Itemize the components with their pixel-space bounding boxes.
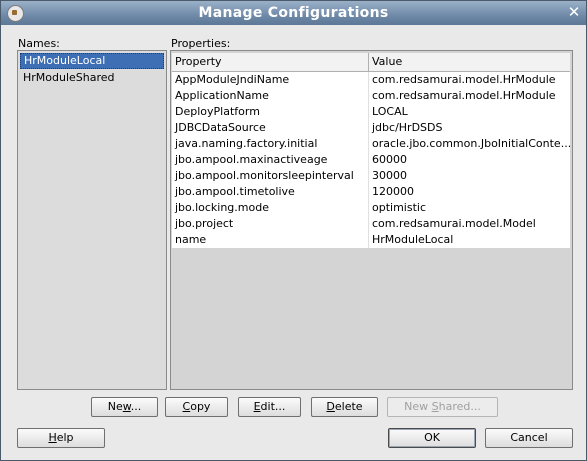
property-value-cell[interactable]: com.redsamurai.model.HrModule	[369, 72, 570, 88]
property-name-cell[interactable]: AppModuleJndiName	[172, 72, 369, 88]
property-name-cell[interactable]: jbo.ampool.maxinactiveage	[172, 152, 369, 168]
property-value-cell[interactable]: 30000	[369, 168, 570, 184]
names-item-hrmodulelocal[interactable]: HrModuleLocal	[20, 53, 164, 69]
delete-button[interactable]: Delete	[311, 397, 378, 417]
property-name-cell[interactable]: DeployPlatform	[172, 104, 369, 120]
new-shared-button[interactable]: New Shared...	[387, 397, 498, 417]
table-row[interactable]: JDBCDataSource jdbc/HrDSDS	[172, 120, 570, 136]
title-bar[interactable]: Manage Configurations ✕	[1, 1, 586, 25]
property-value-cell[interactable]: 120000	[369, 184, 570, 200]
table-row[interactable]: name HrModuleLocal	[172, 232, 570, 248]
manage-configurations-dialog: Manage Configurations ✕ Names: Propertie…	[0, 0, 587, 461]
property-name-cell[interactable]: jbo.ampool.timetolive	[172, 184, 369, 200]
table-row[interactable]: jbo.ampool.monitorsleepinterval 30000	[172, 168, 570, 184]
names-list[interactable]: HrModuleLocal HrModuleShared	[17, 50, 167, 390]
property-value-cell[interactable]: com.redsamurai.model.HrModule	[369, 88, 570, 104]
property-name-cell[interactable]: java.naming.factory.initial	[172, 136, 369, 152]
properties-label: Properties:	[171, 37, 231, 50]
table-row[interactable]: ApplicationName com.redsamurai.model.HrMo…	[172, 88, 570, 104]
names-label: Names:	[18, 37, 60, 50]
column-header-value[interactable]: Value	[369, 53, 570, 71]
property-name-cell[interactable]: ApplicationName	[172, 88, 369, 104]
property-name-cell[interactable]: JDBCDataSource	[172, 120, 369, 136]
edit-button[interactable]: Edit...	[238, 397, 301, 417]
property-value-cell[interactable]: jdbc/HrDSDS	[369, 120, 570, 136]
table-row[interactable]: DeployPlatform LOCAL	[172, 104, 570, 120]
cancel-button[interactable]: Cancel	[485, 428, 573, 448]
property-name-cell[interactable]: name	[172, 232, 369, 248]
names-item-hrmoduleshared[interactable]: HrModuleShared	[20, 71, 164, 85]
table-row[interactable]: jbo.ampool.timetolive 120000	[172, 184, 570, 200]
table-row[interactable]: jbo.project com.redsamurai.model.Model	[172, 216, 570, 232]
properties-header: Property Value	[172, 53, 570, 72]
property-name-cell[interactable]: jbo.project	[172, 216, 369, 232]
help-button[interactable]: Help	[17, 428, 105, 448]
table-row[interactable]: jbo.locking.mode optimistic	[172, 200, 570, 216]
table-row[interactable]: java.naming.factory.initial oracle.jbo.co…	[172, 136, 570, 152]
column-header-property[interactable]: Property	[172, 53, 369, 71]
close-icon[interactable]: ✕	[566, 4, 582, 20]
table-row[interactable]: AppModuleJndiName com.redsamurai.model.Hr…	[172, 72, 570, 88]
property-value-cell[interactable]: 60000	[369, 152, 570, 168]
properties-table-panel: Property Value AppModuleJndiName com.reds…	[170, 50, 573, 390]
table-row[interactable]: jbo.ampool.maxinactiveage 60000	[172, 152, 570, 168]
copy-button[interactable]: Copy	[165, 397, 228, 417]
dialog-title: Manage Configurations	[198, 5, 389, 21]
property-value-cell[interactable]: optimistic	[369, 200, 570, 216]
properties-table: Property Value AppModuleJndiName com.reds…	[172, 53, 570, 248]
property-name-cell[interactable]: jbo.ampool.monitorsleepinterval	[172, 168, 369, 184]
ok-button[interactable]: OK	[388, 428, 476, 448]
property-value-cell[interactable]: com.redsamurai.model.Model	[369, 216, 570, 232]
property-value-cell[interactable]: HrModuleLocal	[369, 232, 570, 248]
new-button[interactable]: New...	[91, 397, 158, 417]
property-value-cell[interactable]: LOCAL	[369, 104, 570, 120]
property-name-cell[interactable]: jbo.locking.mode	[172, 200, 369, 216]
property-value-cell[interactable]: oracle.jbo.common.JboInitialConte...	[369, 136, 570, 152]
